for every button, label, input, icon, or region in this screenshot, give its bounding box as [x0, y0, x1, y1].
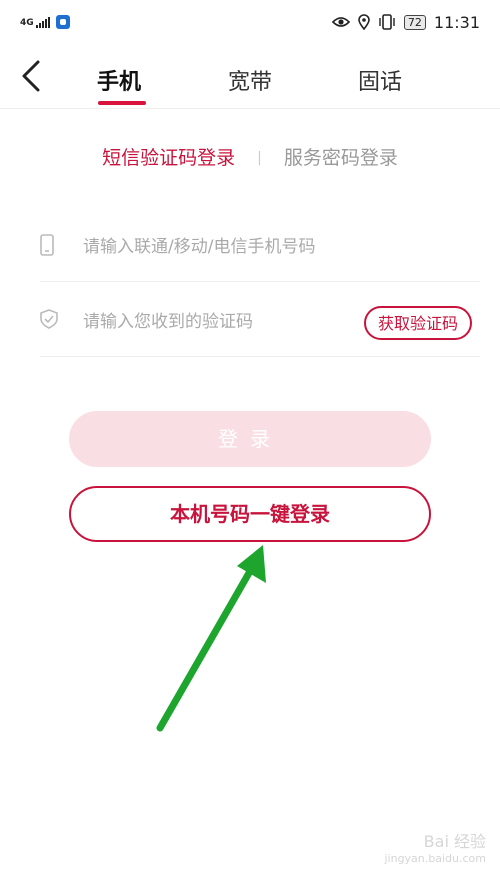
- watermark: Bai 经验 jingyan.baidu.com: [384, 828, 486, 865]
- watermark-text: Bai 经验: [423, 832, 486, 851]
- annotation-arrow: [156, 545, 266, 732]
- watermark-url: jingyan.baidu.com: [384, 852, 486, 865]
